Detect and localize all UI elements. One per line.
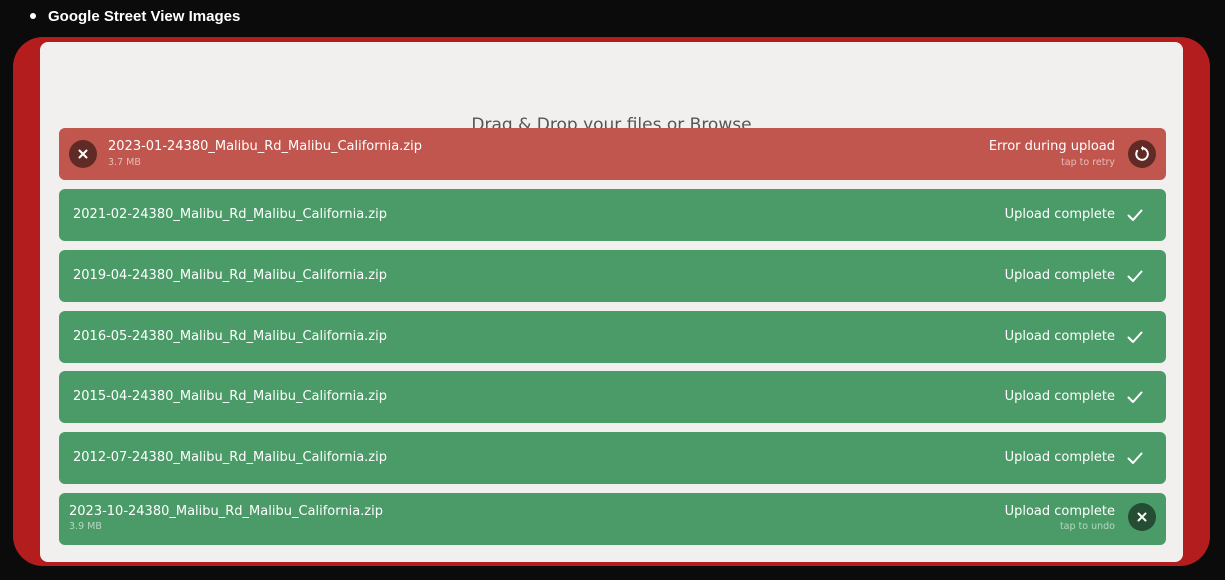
upload-status: Upload complete <box>1004 268 1115 283</box>
file-item-complete: 2019-04-24380_Malibu_Rd_Malibu_Californi… <box>59 250 1166 302</box>
retry-icon <box>1135 145 1149 161</box>
undo-upload-button[interactable] <box>1128 503 1156 531</box>
file-item-error: 2023-01-24380_Malibu_Rd_Malibu_Californi… <box>59 128 1166 180</box>
file-item-complete: 2015-04-24380_Malibu_Rd_Malibu_Californi… <box>59 371 1166 423</box>
file-dropzone[interactable]: Drag & Drop your files or Browse <box>40 42 1183 562</box>
upload-substatus: tap to undo <box>1059 521 1115 532</box>
check-icon <box>1127 391 1143 403</box>
check-icon <box>1127 331 1143 343</box>
upload-status: Upload complete <box>1004 389 1115 404</box>
bullet-icon <box>30 13 36 19</box>
check-icon <box>1127 452 1143 464</box>
file-item-complete: 2012-07-24380_Malibu_Rd_Malibu_Californi… <box>59 432 1166 484</box>
retry-upload-button[interactable] <box>1128 140 1156 168</box>
file-name: 2015-04-24380_Malibu_Rd_Malibu_Californi… <box>73 389 387 404</box>
remove-file-button[interactable] <box>69 140 97 168</box>
upload-status: Error during upload <box>988 139 1115 154</box>
file-name: 2023-01-24380_Malibu_Rd_Malibu_Californi… <box>108 139 422 154</box>
file-item-complete-undoable: 2023-10-24380_Malibu_Rd_Malibu_Californi… <box>59 493 1166 545</box>
file-item-complete: 2021-02-24380_Malibu_Rd_Malibu_Californi… <box>59 189 1166 241</box>
file-name: 2012-07-24380_Malibu_Rd_Malibu_Californi… <box>73 450 387 465</box>
section-heading-label: Google Street View Images <box>48 7 241 25</box>
file-name: 2023-10-24380_Malibu_Rd_Malibu_Californi… <box>69 504 383 519</box>
file-name: 2016-05-24380_Malibu_Rd_Malibu_Californi… <box>73 329 387 344</box>
upload-status: Upload complete <box>1004 207 1115 222</box>
upload-substatus: tap to retry <box>1061 157 1115 168</box>
file-name: 2019-04-24380_Malibu_Rd_Malibu_Californi… <box>73 268 387 283</box>
upload-status: Upload complete <box>1004 504 1115 519</box>
file-size: 3.9 MB <box>69 521 102 532</box>
check-icon <box>1127 209 1143 221</box>
file-item-complete: 2016-05-24380_Malibu_Rd_Malibu_Californi… <box>59 311 1166 363</box>
close-icon <box>78 149 88 159</box>
check-icon <box>1127 270 1143 282</box>
file-size: 3.7 MB <box>108 157 141 168</box>
upload-status: Upload complete <box>1004 450 1115 465</box>
section-heading: Google Street View Images <box>30 5 240 27</box>
upload-status: Upload complete <box>1004 329 1115 344</box>
close-icon <box>1137 512 1147 522</box>
file-name: 2021-02-24380_Malibu_Rd_Malibu_Californi… <box>73 207 387 222</box>
